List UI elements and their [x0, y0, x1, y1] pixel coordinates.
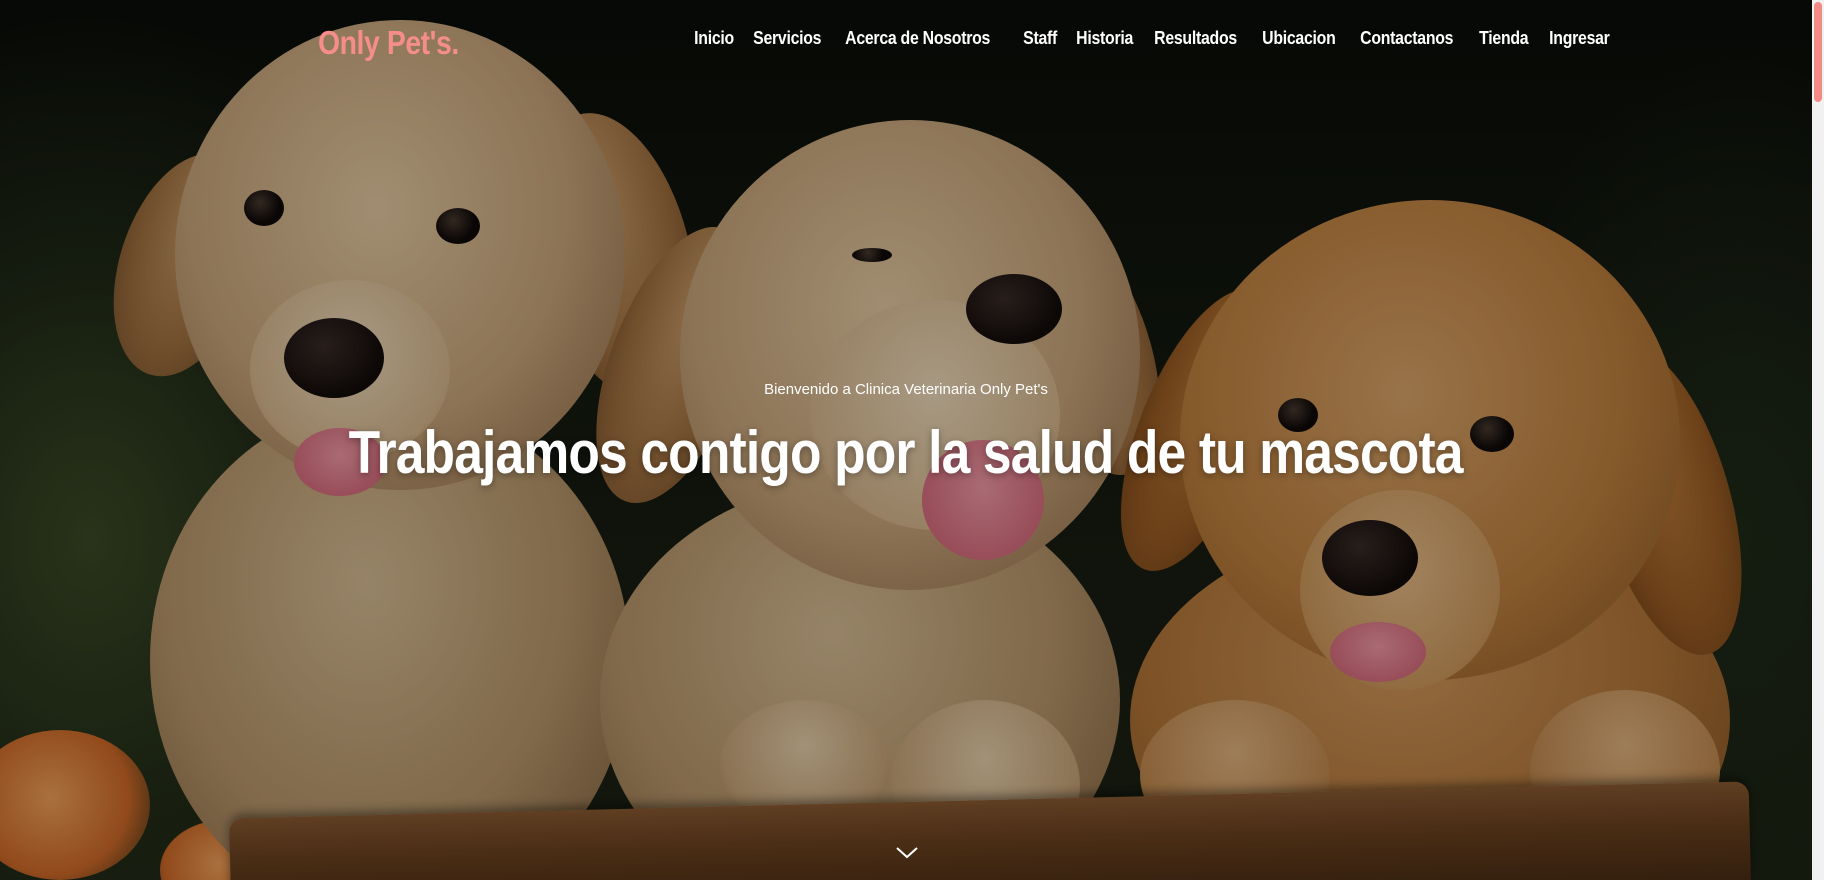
nav-item-ubicacion: Ubicacion: [1256, 28, 1353, 49]
nav-link-historia[interactable]: Historia: [1070, 28, 1139, 49]
nav-link-acerca[interactable]: Acerca de Nosotros: [839, 28, 996, 49]
nav-item-resultados: Resultados: [1148, 28, 1256, 49]
nav-link-contactanos[interactable]: Contactanos: [1354, 28, 1459, 49]
scroll-down-button[interactable]: [893, 842, 921, 862]
hero-headline-text: Trabajamos contigo por la salud de tu ma…: [349, 419, 1464, 486]
nav-menu: Inicio Servicios Acerca de Nosotros Staf…: [688, 28, 1626, 49]
nav-item-acerca: Acerca de Nosotros: [839, 28, 1018, 49]
nav-link-ingresar[interactable]: Ingresar: [1543, 28, 1616, 49]
nav-link-resultados[interactable]: Resultados: [1148, 28, 1243, 49]
nav-item-staff: Staff: [1017, 28, 1070, 49]
hero-welcome-text: Bienvenido a Clinica Veterinaria Only Pe…: [764, 381, 1048, 398]
nav-item-inicio: Inicio: [688, 28, 747, 49]
nav-link-servicios[interactable]: Servicios: [747, 28, 827, 49]
nav-link-inicio[interactable]: Inicio: [688, 28, 740, 49]
nav-link-tienda[interactable]: Tienda: [1473, 28, 1535, 49]
nav-item-historia: Historia: [1070, 28, 1149, 49]
nav-item-ingresar: Ingresar: [1543, 28, 1626, 49]
nav-item-contactanos: Contactanos: [1354, 28, 1474, 49]
nav-item-tienda: Tienda: [1473, 28, 1543, 49]
brand-logo[interactable]: Only Pet's.: [318, 24, 459, 62]
hero-headline: Trabajamos contigo por la salud de tu ma…: [0, 418, 1812, 487]
nav-link-staff[interactable]: Staff: [1017, 28, 1063, 49]
page-scrollbar[interactable]: [1812, 0, 1824, 880]
scrollbar-thumb[interactable]: [1814, 2, 1822, 102]
navbar: Only Pet's. Inicio Servicios Acerca de N…: [0, 0, 1812, 82]
chevron-down-icon: [896, 847, 918, 859]
nav-link-ubicacion[interactable]: Ubicacion: [1256, 28, 1342, 49]
hero-section: Only Pet's. Inicio Servicios Acerca de N…: [0, 0, 1812, 880]
nav-item-servicios: Servicios: [747, 28, 838, 49]
